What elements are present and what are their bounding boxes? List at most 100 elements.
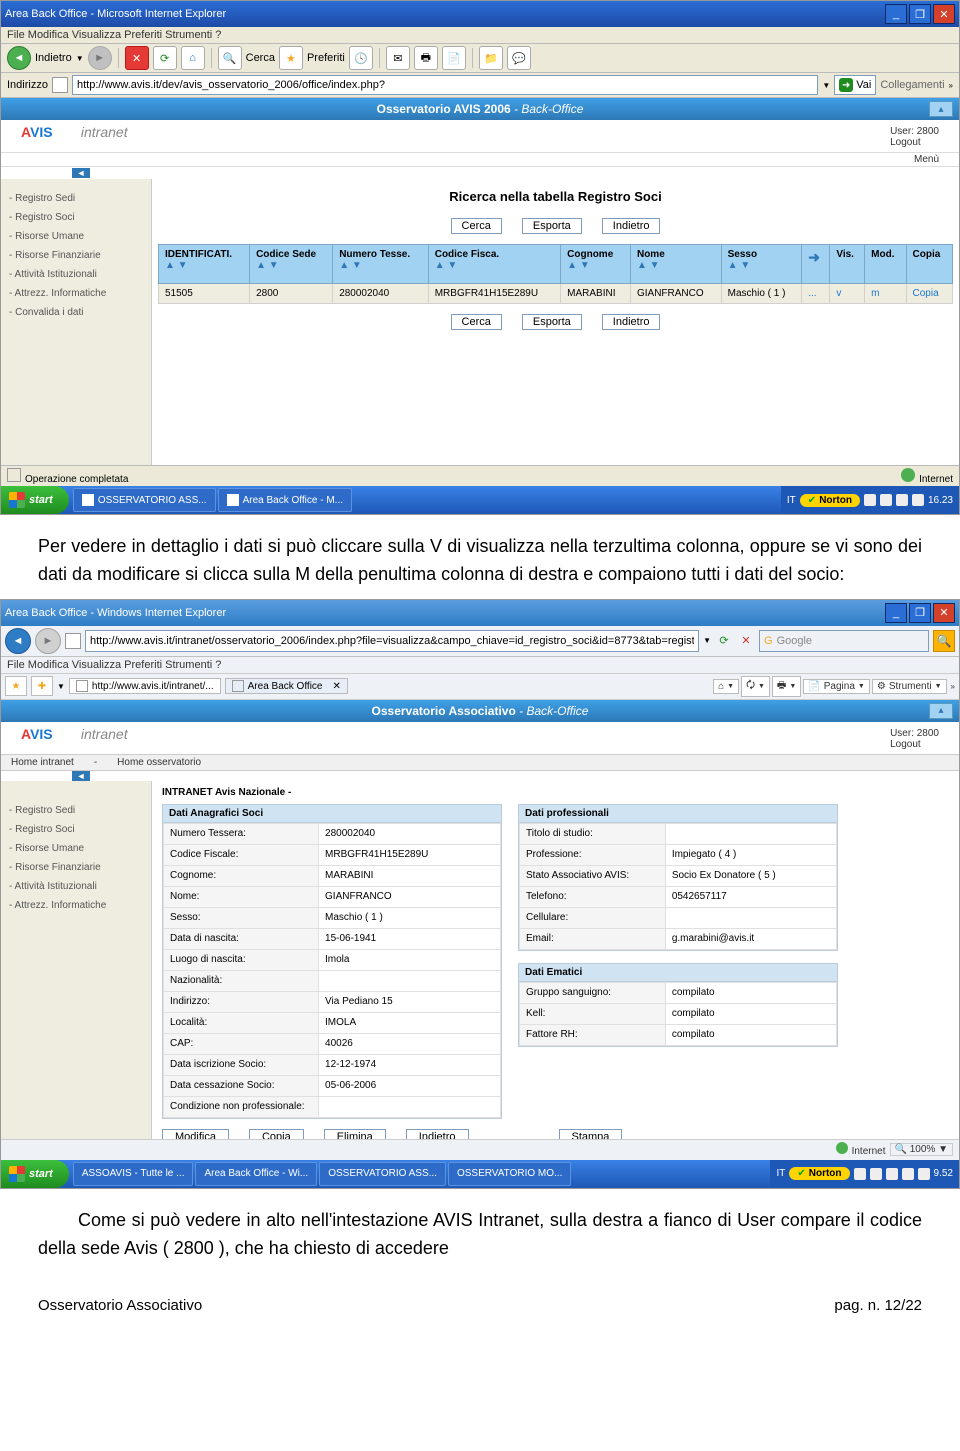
history-icon[interactable]: 🕓 bbox=[349, 46, 373, 70]
taskbar-task[interactable]: OSSERVATORIO MO... bbox=[448, 1162, 571, 1186]
sidebar-item[interactable]: - Registro Sedi bbox=[1, 189, 151, 208]
tabs-dropdown-icon[interactable]: ▼ bbox=[57, 682, 65, 691]
panel-collapse-icon[interactable]: ▴ bbox=[929, 101, 953, 117]
favorites-icon[interactable]: ★ bbox=[279, 46, 303, 70]
back-button[interactable]: Indietro bbox=[602, 218, 661, 234]
th-tessera[interactable]: Numero Tesse.▲ ▼ bbox=[333, 245, 429, 284]
forward-icon[interactable]: ► bbox=[88, 46, 112, 70]
tray-icon[interactable] bbox=[880, 494, 892, 506]
row-copy-link[interactable]: Copia bbox=[913, 288, 939, 299]
tray-icon[interactable] bbox=[912, 494, 924, 506]
search-go-icon[interactable]: 🔍 bbox=[933, 630, 955, 652]
norton-badge[interactable]: ✔Norton bbox=[789, 1167, 849, 1180]
back-icon[interactable]: ◄ bbox=[5, 628, 31, 654]
menu-link[interactable]: Menù bbox=[914, 154, 939, 165]
tray-icon[interactable] bbox=[854, 1168, 866, 1180]
zoom-indicator[interactable]: 🔍 100% ▼ bbox=[890, 1143, 954, 1156]
taskbar-task[interactable]: Area Back Office - Wi... bbox=[195, 1162, 317, 1186]
sidebar-collapse-icon[interactable]: ◄ bbox=[72, 168, 90, 178]
tray-icon[interactable] bbox=[918, 1168, 930, 1180]
delete-button[interactable]: Elimina bbox=[324, 1129, 386, 1139]
url-input[interactable] bbox=[85, 630, 699, 652]
norton-badge[interactable]: ✔Norton bbox=[800, 494, 860, 507]
stop-icon[interactable]: ✕ bbox=[125, 46, 149, 70]
lang-indicator[interactable]: IT bbox=[776, 1168, 785, 1179]
mail-icon[interactable]: ✉ bbox=[386, 46, 410, 70]
toolbar-expand-icon[interactable]: » bbox=[949, 682, 955, 691]
minimize-icon[interactable]: _ bbox=[885, 4, 907, 24]
modify-button[interactable]: Modifica bbox=[162, 1129, 229, 1139]
back-icon[interactable]: ◄ bbox=[7, 46, 31, 70]
sidebar-item[interactable]: - Risorse Umane bbox=[1, 227, 151, 246]
close-icon[interactable]: ✕ bbox=[933, 4, 955, 24]
home-osservatorio-link[interactable]: Home osservatorio bbox=[107, 755, 211, 770]
sidebar-collapse-icon[interactable]: ◄ bbox=[72, 771, 90, 781]
tray-icon[interactable] bbox=[896, 494, 908, 506]
feeds-icon[interactable]: 🗘 ▼ bbox=[741, 676, 770, 697]
th-sesso[interactable]: Sesso▲ ▼ bbox=[721, 245, 802, 284]
tools-menu[interactable]: ⚙ Strumenti ▼ bbox=[872, 679, 947, 694]
maximize-icon[interactable]: ❐ bbox=[909, 603, 931, 623]
sidebar-item[interactable]: - Registro Soci bbox=[1, 208, 151, 227]
sidebar-item[interactable]: - Registro Soci bbox=[1, 820, 151, 839]
row-edit-link[interactable]: m bbox=[871, 288, 879, 299]
th-nome[interactable]: Nome▲ ▼ bbox=[630, 245, 721, 284]
th-cf[interactable]: Codice Fisca.▲ ▼ bbox=[428, 245, 560, 284]
minimize-icon[interactable]: _ bbox=[885, 603, 907, 623]
home-intranet-link[interactable]: Home intranet bbox=[1, 755, 84, 770]
start-button[interactable]: start bbox=[1, 486, 69, 514]
tray-icon[interactable] bbox=[870, 1168, 882, 1180]
back-button[interactable]: Indietro bbox=[602, 314, 661, 330]
folder-icon[interactable]: 📁 bbox=[479, 46, 503, 70]
search-icon[interactable]: 🔍 bbox=[218, 46, 242, 70]
sidebar-item[interactable]: - Attrezz. Informatiche bbox=[1, 284, 151, 303]
print-button[interactable]: Stampa bbox=[559, 1129, 623, 1139]
sidebar-item[interactable]: - Risorse Umane bbox=[1, 839, 151, 858]
edit-icon[interactable]: 📄 bbox=[442, 46, 466, 70]
home-icon[interactable]: ⌂ ▼ bbox=[713, 679, 739, 694]
export-button[interactable]: Esporta bbox=[522, 218, 582, 234]
sidebar-item[interactable]: - Attrezz. Informatiche bbox=[1, 896, 151, 915]
sidebar-item[interactable]: - Attività Istituzionali bbox=[1, 877, 151, 896]
menu-bar[interactable]: File Modifica Visualizza Preferiti Strum… bbox=[1, 657, 959, 674]
refresh-icon[interactable]: ⟳ bbox=[153, 46, 177, 70]
url-dropdown-icon[interactable]: ▼ bbox=[703, 636, 711, 645]
sidebar-item[interactable]: - Risorse Finanziarie bbox=[1, 858, 151, 877]
start-button[interactable]: start bbox=[1, 1160, 69, 1188]
th-id[interactable]: IDENTIFICATI.▲ ▼ bbox=[159, 245, 250, 284]
export-button[interactable]: Esporta bbox=[522, 314, 582, 330]
search-label[interactable]: Cerca bbox=[246, 52, 275, 64]
tab[interactable]: http://www.avis.it/intranet/... bbox=[69, 678, 221, 694]
back-label[interactable]: Indietro bbox=[35, 52, 72, 64]
maximize-icon[interactable]: ❐ bbox=[909, 4, 931, 24]
back-button[interactable]: Indietro bbox=[406, 1129, 469, 1139]
favorites-icon[interactable]: ★ bbox=[5, 676, 27, 696]
print-icon[interactable]: 🖶 bbox=[414, 46, 438, 70]
tab-close-icon[interactable]: ✕ bbox=[333, 681, 341, 692]
taskbar-task[interactable]: OSSERVATORIO ASS... bbox=[73, 488, 216, 512]
refresh-icon[interactable]: ⟳ bbox=[715, 634, 733, 647]
links-label[interactable]: Collegamenti bbox=[880, 79, 944, 91]
row-view-link[interactable]: v bbox=[836, 288, 841, 299]
tray-icon[interactable] bbox=[864, 494, 876, 506]
copy-button[interactable]: Copia bbox=[249, 1129, 304, 1139]
logout-link[interactable]: Logout bbox=[890, 137, 939, 148]
th-arrow[interactable]: ➜ bbox=[802, 245, 830, 284]
stop-icon[interactable]: ✕ bbox=[737, 634, 755, 647]
th-cognome[interactable]: Cognome▲ ▼ bbox=[561, 245, 631, 284]
forward-icon[interactable]: ► bbox=[35, 628, 61, 654]
tray-icon[interactable] bbox=[902, 1168, 914, 1180]
close-icon[interactable]: ✕ bbox=[933, 603, 955, 623]
panel-collapse-icon[interactable]: ▴ bbox=[929, 703, 953, 719]
tab[interactable]: Area Back Office✕ bbox=[225, 678, 348, 694]
add-favorite-icon[interactable]: ✚ bbox=[31, 676, 53, 696]
search-box[interactable]: GGoogle bbox=[759, 630, 929, 652]
discuss-icon[interactable]: 💬 bbox=[507, 46, 531, 70]
taskbar-task[interactable]: ASSOAVIS - Tutte le ... bbox=[73, 1162, 194, 1186]
page-menu[interactable]: 📄 Pagina ▼ bbox=[803, 679, 870, 694]
sidebar-item[interactable]: - Registro Sedi bbox=[1, 801, 151, 820]
print-icon[interactable]: 🖶 ▼ bbox=[772, 676, 801, 697]
lang-indicator[interactable]: IT bbox=[787, 495, 796, 506]
sidebar-item[interactable]: - Convalida i dati bbox=[1, 303, 151, 322]
url-dropdown-icon[interactable]: ▼ bbox=[822, 81, 830, 90]
